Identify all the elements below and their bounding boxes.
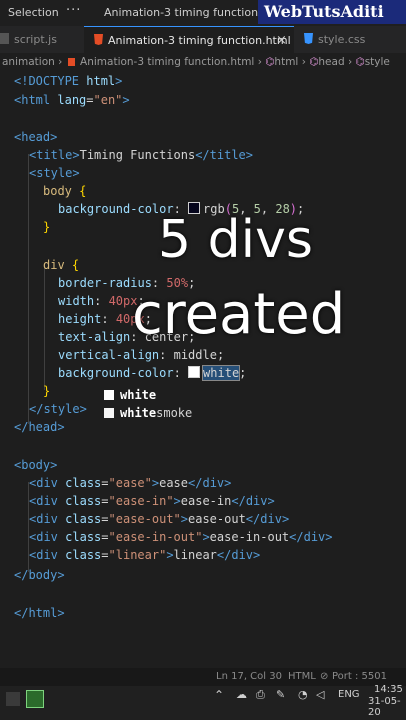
clock-date: 31-05-20 <box>368 696 401 718</box>
code-line: div { <box>43 258 80 272</box>
code-line: vertical-align: middle; <box>58 348 225 362</box>
input-language[interactable]: ENG <box>338 689 360 700</box>
clock-time[interactable]: 14:35 <box>374 684 403 695</box>
code-line: <title>Timing Functions</title> <box>29 148 253 162</box>
code-line: <body> <box>14 458 58 472</box>
editor-tabs: script.js Animation-3 timing function.ht… <box>0 26 406 53</box>
code-line-div-5: <div class="linear">linear</div> <box>29 548 261 562</box>
pen-icon[interactable]: ✎ <box>276 688 285 701</box>
breadcrumb-file[interactable]: Animation-3 timing function.html <box>80 56 254 68</box>
code-line-div-1: <div class="ease">ease</div> <box>29 476 232 490</box>
speaker-icon[interactable]: ◁ <box>316 688 324 701</box>
app-icon[interactable] <box>6 692 20 706</box>
wifi-icon[interactable]: ◔ <box>298 688 308 701</box>
cursor-word: white <box>202 365 241 381</box>
caption-line-2: created <box>132 282 346 347</box>
color-swatch <box>104 390 114 400</box>
breadcrumb-folder[interactable]: animation <box>2 56 55 68</box>
suggestion-whitesmoke[interactable]: whitesmoke <box>104 404 192 422</box>
breadcrumb-style[interactable]: style <box>365 56 390 68</box>
language-mode[interactable]: HTML <box>288 668 316 686</box>
html5-icon <box>94 34 103 45</box>
caption-line-1: 5 divs <box>158 210 313 270</box>
taskbar: ⌃ ☁ ⎙ ✎ ◔ ◁ ENG 14:35 31-05-20 <box>0 684 406 720</box>
autocomplete-list: white whitesmoke <box>100 384 406 424</box>
code-line: } <box>43 384 51 398</box>
code-line: </style> <box>29 402 87 416</box>
code-line: body { <box>43 184 87 198</box>
html5-icon <box>67 58 75 66</box>
code-line: <head> <box>14 130 58 144</box>
breadcrumb-head[interactable]: head <box>318 56 344 68</box>
tab-script-js[interactable]: script.js <box>0 26 80 53</box>
chevron-up-icon[interactable]: ⌃ <box>214 688 224 702</box>
code-line: } <box>43 220 51 234</box>
color-swatch <box>104 408 114 418</box>
js-file-icon <box>0 33 9 44</box>
menu-selection[interactable]: Selection <box>8 6 59 19</box>
breadcrumb: animation › Animation-3 timing function.… <box>0 53 406 72</box>
color-swatch[interactable] <box>188 366 201 378</box>
css-file-icon <box>304 33 313 44</box>
brand-watermark: WebTutsAditi <box>258 0 406 24</box>
code-line: background-color: white; <box>58 365 247 381</box>
code-line: <html lang="en"> <box>14 93 130 107</box>
status-bar: Ln 17, Col 30 HTML ⊘ Port : 5501 <box>0 668 406 686</box>
breadcrumb-html[interactable]: html <box>274 56 298 68</box>
tab-style-css[interactable]: style.css <box>304 26 404 53</box>
code-line-div-2: <div class="ease-in">ease-in</div> <box>29 494 275 508</box>
close-tab-icon[interactable]: × <box>276 27 287 54</box>
cloud-icon[interactable]: ☁ <box>236 688 247 701</box>
code-line: <style> <box>29 166 80 180</box>
code-line-div-4: <div class="ease-in-out">ease-in-out</di… <box>29 530 333 544</box>
code-line: </html> <box>14 606 65 620</box>
broadcast-icon: ⊘ <box>320 671 329 682</box>
cursor-position[interactable]: Ln 17, Col 30 <box>216 668 282 686</box>
element-icon: ⌬ <box>355 56 365 68</box>
code-editor[interactable]: <!DOCTYPE html> <html lang="en"> <head> … <box>0 72 406 668</box>
code-line: <!DOCTYPE html> <box>14 74 123 88</box>
printer-icon[interactable]: ⎙ <box>256 688 265 702</box>
tab-animation-html[interactable]: Animation-3 timing function.html × <box>84 26 294 53</box>
code-line: </body> <box>14 568 65 582</box>
app-icon[interactable] <box>26 690 44 708</box>
suggestion-white[interactable]: white <box>104 386 156 404</box>
code-line-div-3: <div class="ease-out">ease-out</div> <box>29 512 290 526</box>
menu-more[interactable]: ··· <box>66 3 81 18</box>
code-line: </head> <box>14 420 65 434</box>
